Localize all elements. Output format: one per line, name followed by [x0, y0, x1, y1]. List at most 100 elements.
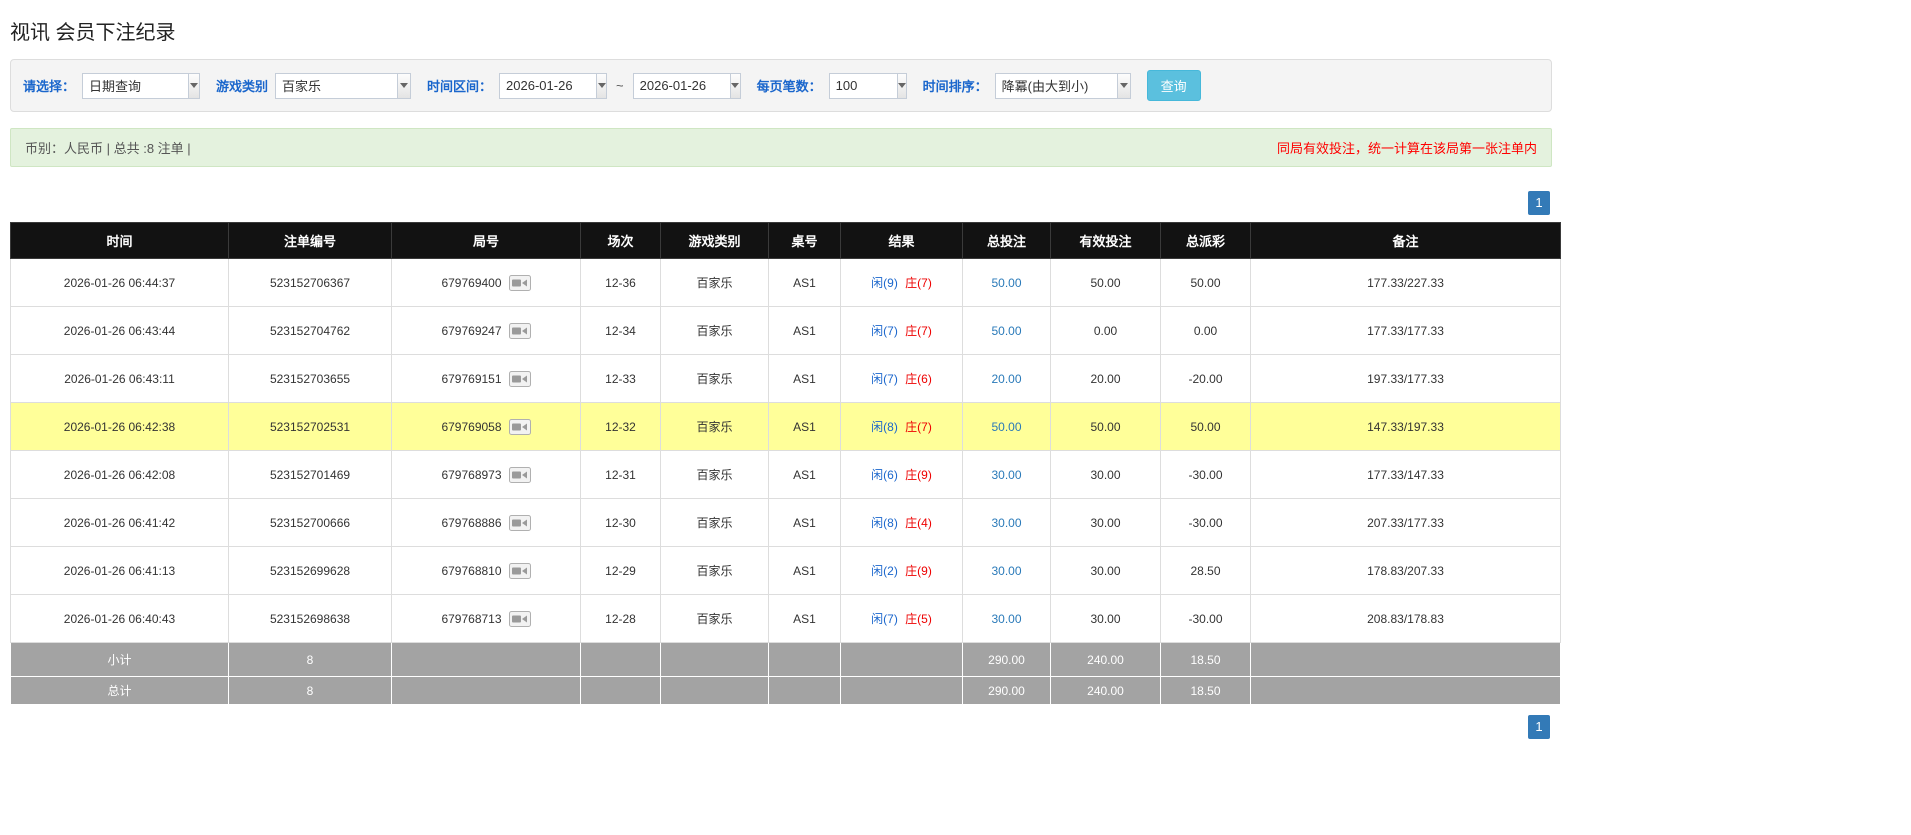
- result-player: 闲(9): [871, 276, 898, 290]
- cell-time: 2026-01-26 06:41:13: [10, 546, 229, 595]
- subtotal-empty-cell: [660, 642, 769, 677]
- round-number: 679768973: [441, 467, 502, 482]
- cell-result: 闲(8) 庄(7): [840, 402, 963, 451]
- total-bet-link[interactable]: 50.00: [991, 276, 1021, 290]
- result-player: 闲(7): [871, 612, 898, 626]
- cell-payout: -30.00: [1160, 450, 1251, 499]
- cell-table-number: AS1: [768, 402, 841, 451]
- game-type-input[interactable]: [276, 73, 398, 98]
- cell-total-bet: 50.00: [962, 306, 1051, 355]
- col-header-total-bet: 总投注: [962, 222, 1051, 259]
- chevron-down-icon: [400, 83, 409, 88]
- page-button-1-bottom[interactable]: 1: [1528, 715, 1550, 739]
- total-bet-link[interactable]: 50.00: [991, 420, 1021, 434]
- date-to-dropdown-button[interactable]: [729, 73, 740, 98]
- cell-bet-id: 523152706367: [228, 258, 392, 307]
- cell-round: 679768810: [391, 546, 581, 595]
- cell-result: 闲(9) 庄(7): [840, 258, 963, 307]
- cell-table-number: AS1: [768, 498, 841, 547]
- total-bet-link[interactable]: 50.00: [991, 324, 1021, 338]
- cell-result: 闲(7) 庄(5): [840, 594, 963, 643]
- cell-payout: 0.00: [1160, 306, 1251, 355]
- total-bet-link[interactable]: 30.00: [991, 612, 1021, 626]
- video-replay-icon[interactable]: [508, 274, 531, 291]
- result-banker: 庄(7): [905, 420, 932, 434]
- col-header-time: 时间: [10, 222, 229, 259]
- total-total-bet: 290.00: [962, 676, 1051, 705]
- result-player: 闲(2): [871, 564, 898, 578]
- result-banker: 庄(5): [905, 612, 932, 626]
- cell-session: 12-33: [580, 354, 661, 403]
- page-title: 视讯 会员下注纪录: [10, 22, 176, 44]
- time-sort-group: 时间排序：: [923, 72, 1131, 99]
- cell-valid-bet: 0.00: [1050, 306, 1161, 355]
- cell-payout: 50.00: [1160, 258, 1251, 307]
- col-header-payout: 总派彩: [1160, 222, 1251, 259]
- date-range-group: 时间区间： ~: [427, 72, 741, 99]
- total-bet-link[interactable]: 30.00: [991, 516, 1021, 530]
- video-replay-icon[interactable]: [508, 610, 531, 627]
- video-replay-icon[interactable]: [508, 370, 531, 387]
- cell-bet-id: 523152701469: [228, 450, 392, 499]
- query-type-group: 请选择：: [23, 72, 201, 99]
- round-number: 679768713: [441, 611, 502, 626]
- bet-records-table: 时间 注单编号 局号 场次 游戏类别 桌号 结果 总投注 有效投注 总派彩 备注…: [10, 222, 1561, 705]
- cell-round: 679769151: [391, 354, 581, 403]
- time-sort-combobox: [994, 72, 1131, 99]
- video-replay-icon[interactable]: [508, 466, 531, 483]
- date-to-input[interactable]: [633, 73, 730, 98]
- query-type-input[interactable]: [83, 73, 188, 98]
- total-empty-cell: [840, 676, 963, 705]
- col-header-note: 备注: [1250, 222, 1561, 259]
- date-from-dropdown-button[interactable]: [595, 73, 607, 98]
- total-bet-link[interactable]: 30.00: [991, 564, 1021, 578]
- chevron-down-icon: [1119, 83, 1128, 88]
- page-size-dropdown-button[interactable]: [896, 73, 906, 98]
- cell-session: 12-31: [580, 450, 661, 499]
- time-sort-input[interactable]: [995, 73, 1117, 98]
- cell-valid-bet: 30.00: [1050, 594, 1161, 643]
- cell-total-bet: 30.00: [962, 450, 1051, 499]
- subtotal-empty-cell: [840, 642, 963, 677]
- cell-result: 闲(8) 庄(4): [840, 498, 963, 547]
- total-bet-link[interactable]: 30.00: [991, 468, 1021, 482]
- cell-time: 2026-01-26 06:43:11: [10, 354, 229, 403]
- game-type-label: 游戏类别: [216, 79, 269, 94]
- cell-session: 12-34: [580, 306, 661, 355]
- summary-warning: 同局有效投注，统一计算在该局第一张注单内: [1276, 141, 1537, 156]
- page-button-1[interactable]: 1: [1528, 191, 1550, 215]
- video-replay-icon[interactable]: [508, 418, 531, 435]
- col-header-round: 局号: [391, 222, 581, 259]
- pagination-top: 1: [10, 191, 1550, 215]
- page-size-input[interactable]: [829, 73, 897, 98]
- video-replay-icon[interactable]: [508, 322, 531, 339]
- cell-game-type: 百家乐: [660, 498, 769, 547]
- subtotal-row: 小计 8 290.00 240.00 18.50: [10, 642, 1561, 677]
- cell-total-bet: 50.00: [962, 258, 1051, 307]
- search-button[interactable]: 查询: [1146, 70, 1201, 101]
- cell-bet-id: 523152702531: [228, 402, 392, 451]
- cell-result: 闲(7) 庄(6): [840, 354, 963, 403]
- cell-round: 679769058: [391, 402, 581, 451]
- total-valid-bet: 240.00: [1050, 676, 1161, 705]
- video-replay-icon[interactable]: [508, 562, 531, 579]
- round-number: 679769151: [441, 371, 502, 386]
- cell-game-type: 百家乐: [660, 306, 769, 355]
- date-from-input[interactable]: [500, 73, 596, 98]
- result-banker: 庄(7): [905, 276, 932, 290]
- total-bet-link[interactable]: 20.00: [991, 372, 1021, 386]
- cell-time: 2026-01-26 06:40:43: [10, 594, 229, 643]
- time-sort-dropdown-button[interactable]: [1116, 73, 1130, 98]
- result-player: 闲(6): [871, 468, 898, 482]
- total-row: 总计 8 290.00 240.00 18.50: [10, 676, 1561, 705]
- cell-round: 679768713: [391, 594, 581, 643]
- cell-payout: -20.00: [1160, 354, 1251, 403]
- game-type-dropdown-button[interactable]: [397, 73, 411, 98]
- subtotal-total-bet: 290.00: [962, 642, 1051, 677]
- result-player: 闲(8): [871, 516, 898, 530]
- cell-result: 闲(6) 庄(9): [840, 450, 963, 499]
- video-replay-icon[interactable]: [508, 514, 531, 531]
- cell-valid-bet: 30.00: [1050, 498, 1161, 547]
- cell-bet-id: 523152704762: [228, 306, 392, 355]
- query-type-dropdown-button[interactable]: [187, 73, 200, 98]
